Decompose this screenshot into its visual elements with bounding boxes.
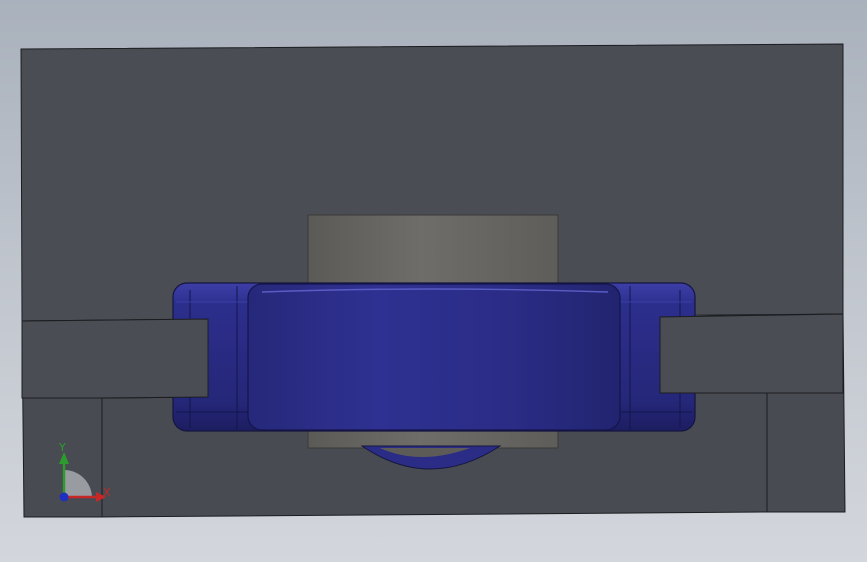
graphics-viewport[interactable]: Y X <box>0 0 867 562</box>
right-slot[interactable] <box>659 313 844 394</box>
housing-band[interactable] <box>247 283 621 431</box>
z-axis-dot <box>59 492 69 502</box>
left-slot[interactable] <box>21 318 209 399</box>
y-axis-label: Y <box>58 441 66 454</box>
x-axis-label: X <box>103 486 111 499</box>
model-view[interactable]: Y X <box>0 0 867 562</box>
